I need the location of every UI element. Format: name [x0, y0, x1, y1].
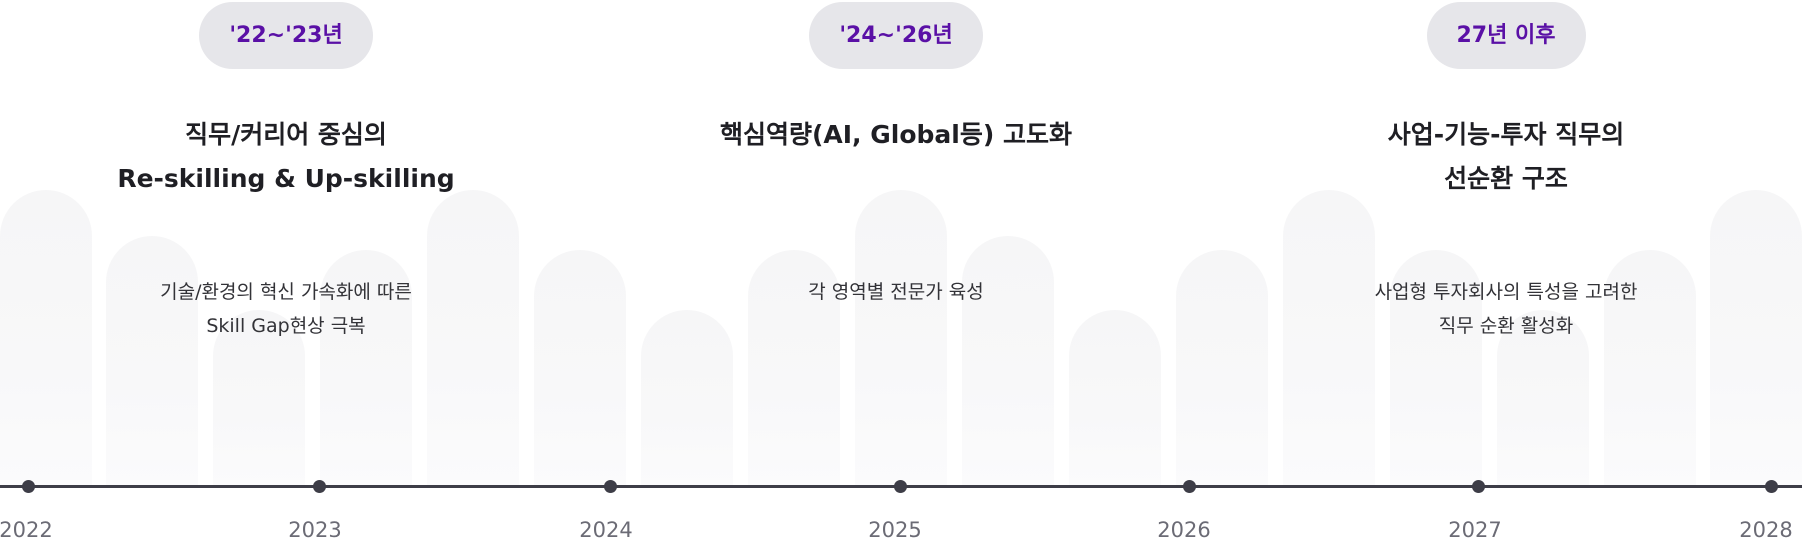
background-pillar [534, 250, 626, 485]
timeline-marker [1471, 480, 1485, 493]
phase-title-line: Re-skilling & Up-skilling [117, 164, 455, 193]
year-label: 2028 [1739, 518, 1793, 542]
background-pillar [962, 236, 1054, 485]
phase-title: 직무/커리어 중심의 Re-skilling & Up-skilling [76, 113, 496, 201]
phase-description-line: 기술/환경의 혁신 가속화에 따른 [160, 281, 412, 303]
timeline-marker [893, 480, 907, 493]
phase-3: 27년 이후 사업-기능-투자 직무의 선순환 구조 사업형 투자회사의 특성을… [1296, 0, 1716, 337]
phase-2: '24~'26년 핵심역량(AI, Global등) 고도화 각 영역별 전문가… [686, 0, 1106, 303]
year-label: 2025 [868, 518, 922, 542]
timeline-marker [1182, 480, 1196, 493]
phase-title: 핵심역량(AI, Global등) 고도화 [686, 113, 1106, 157]
phase-title: 사업-기능-투자 직무의 선순환 구조 [1296, 113, 1716, 201]
phase-description: 기술/환경의 혁신 가속화에 따른 Skill Gap현상 극복 [76, 275, 496, 343]
phase-badge: '22~'23년 [199, 2, 373, 69]
phase-description-line: 직무 순환 활성화 [1438, 315, 1574, 337]
phase-description-line: 사업형 투자회사의 특성을 고려한 [1374, 281, 1638, 303]
background-pillar [641, 310, 733, 485]
year-label: 2026 [1157, 518, 1211, 542]
phase-description: 사업형 투자회사의 특성을 고려한 직무 순환 활성화 [1296, 275, 1716, 343]
year-label: 2027 [1448, 518, 1502, 542]
timeline-marker [21, 480, 35, 493]
phase-1: '22~'23년 직무/커리어 중심의 Re-skilling & Up-ski… [76, 0, 496, 337]
year-label: 2024 [579, 518, 633, 542]
phase-badge: '24~'26년 [809, 2, 983, 69]
phase-title-line: 직무/커리어 중심의 [185, 120, 387, 149]
background-pillar [1176, 250, 1268, 485]
background-pillar [1069, 310, 1161, 485]
phase-description-line: 각 영역별 전문가 육성 [808, 281, 984, 303]
background-pillar [106, 236, 198, 485]
timeline-marker [1764, 480, 1778, 493]
phase-title-line: 사업-기능-투자 직무의 [1387, 120, 1625, 149]
phase-description-line: Skill Gap현상 극복 [206, 315, 366, 337]
phase-badge: 27년 이후 [1426, 2, 1586, 69]
background-pillar [855, 190, 947, 485]
timeline-marker [312, 480, 326, 493]
background-pillar [1710, 190, 1802, 485]
phase-title-line: 핵심역량(AI, Global등) 고도화 [719, 120, 1072, 149]
year-label: 2023 [288, 518, 342, 542]
year-label: 2022 [0, 518, 53, 542]
phase-description: 각 영역별 전문가 육성 [686, 275, 1106, 309]
phase-title-line: 선순환 구조 [1444, 164, 1568, 193]
timeline-marker [603, 480, 617, 493]
